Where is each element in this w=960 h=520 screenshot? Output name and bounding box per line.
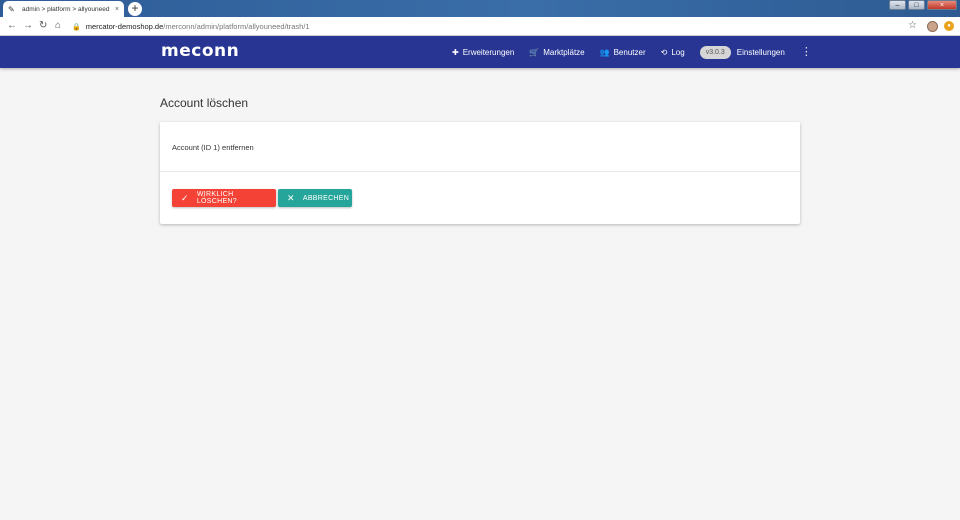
cancel-button[interactable]: ✕ ABBRECHEN [278,189,352,207]
tab-title: admin > platform > allyouneed [22,5,110,13]
window-close-button[interactable]: × [927,0,957,10]
delete-button-label: WIRKLICH LÖSCHEN? [196,191,237,205]
cart-icon: 🛒 [529,47,540,57]
home-icon[interactable]: ⌂ [55,19,61,33]
nav-label: Erweiterungen [462,47,515,57]
nav-item-einstellungen[interactable]: Einstellungen [737,48,785,57]
users-icon: 👥 [599,47,610,57]
check-icon: ✓ [181,192,189,203]
confirm-card: Account (ID 1) entfernen ✓ WIRKLICH LÖSC… [160,122,800,224]
minimize-button[interactable]: – [889,0,906,10]
url-bar[interactable]: 🔒 mercator-demoshop.de/merconn/admin/pla… [72,19,902,34]
url-path: /merconn/admin/platform/allyouneed/trash… [163,22,310,31]
card-divider [160,171,800,172]
nav-label: Benutzer [613,47,646,57]
bookmark-star-icon[interactable]: ☆ [908,20,917,31]
browser-toolbar: ← → ↻ ⌂ 🔒 mercator-demoshop.de/merconn/a… [0,17,960,36]
cancel-button-label: ABBRECHEN [302,194,350,202]
new-tab-button[interactable]: + [128,2,142,16]
tab-close-icon[interactable]: × [115,6,119,13]
more-vert-icon[interactable]: ⋮ [801,46,812,58]
version-badge: v3.0.3 [699,45,731,59]
nav-item-benutzer[interactable]: 👥 Benutzer [600,48,646,57]
lock-icon: 🔒 [72,23,81,31]
confirm-message: Account (ID 1) entfernen [172,143,254,152]
nav-label: Log [671,47,685,57]
profile-avatar[interactable] [927,21,938,32]
url-host: mercator-demoshop.de [85,22,164,31]
back-icon[interactable]: ← [7,19,17,33]
main-nav: ✚ Erweiterungen 🛒 Marktplätze 👥 Benutzer… [452,36,812,68]
favicon-icon: ✎ [8,4,15,14]
reload-icon[interactable]: ↻ [39,19,47,33]
nav-item-marktplaetze[interactable]: 🛒 Marktplätze [529,48,584,57]
nav-label: Marktplätze [543,47,585,57]
puzzle-icon: ✚ [452,47,459,57]
page-title: Account löschen [160,96,249,110]
history-icon: ⟲ [660,47,668,57]
browser-titlebar: ✎ admin > platform > allyouneed × + – □ … [0,0,960,17]
confirm-delete-button[interactable]: ✓ WIRKLICH LÖSCHEN? [172,189,276,207]
app-header: meconn ✚ Erweiterungen 🛒 Marktplätze 👥 B… [0,36,960,68]
forward-icon[interactable]: → [23,19,33,33]
app-logo[interactable]: meconn [161,41,239,61]
maximize-button[interactable]: □ [908,0,925,10]
window-controls: – □ × [887,0,957,10]
browser-tab[interactable]: ✎ admin > platform > allyouneed × [3,1,124,17]
nav-item-erweiterungen[interactable]: ✚ Erweiterungen [452,48,514,57]
nav-item-log[interactable]: ⟲ Log [661,48,685,57]
extension-icon[interactable]: ● [944,21,954,31]
close-icon: ✕ [287,192,295,203]
